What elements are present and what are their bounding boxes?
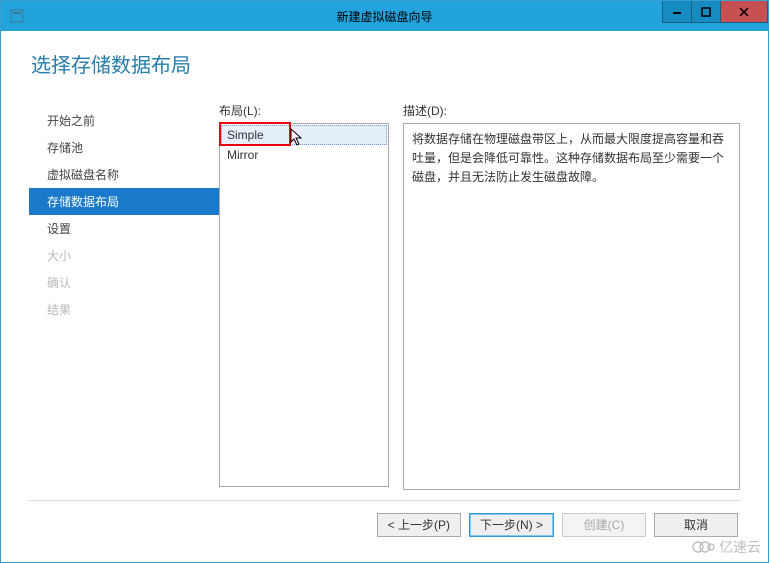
wizard-window: 新建虚拟磁盘向导 选择存储数据布局 开始之前存储池虚拟磁盘名称存储数据布局设置大…	[0, 0, 769, 563]
nav-step-3[interactable]: 存储数据布局	[29, 188, 219, 215]
step-sidebar: 开始之前存储池虚拟磁盘名称存储数据布局设置大小确认结果	[29, 102, 219, 490]
description-text: 将数据存储在物理磁盘带区上，从而最大限度提高容量和吞吐量，但是会降低可靠性。这种…	[403, 123, 740, 490]
page-heading: 选择存储数据布局	[29, 49, 740, 78]
cancel-button[interactable]: 取消	[654, 513, 738, 537]
nav-step-1[interactable]: 存储池	[29, 134, 219, 161]
nav-step-6: 确认	[29, 269, 219, 296]
selection-highlight	[219, 122, 291, 146]
previous-button[interactable]: < 上一步(P)	[377, 513, 461, 537]
layout-listbox[interactable]: SimpleMirror	[219, 123, 389, 487]
description-label: 描述(D):	[403, 102, 740, 119]
nav-step-7: 结果	[29, 296, 219, 323]
nav-step-2[interactable]: 虚拟磁盘名称	[29, 161, 219, 188]
description-column: 描述(D): 将数据存储在物理磁盘带区上，从而最大限度提高容量和吞吐量，但是会降…	[403, 102, 740, 490]
titlebar: 新建虚拟磁盘向导	[1, 1, 768, 31]
layout-option-simple[interactable]: Simple	[221, 125, 387, 145]
button-row: < 上一步(P) 下一步(N) > 创建(C) 取消	[29, 500, 740, 548]
main-row: 开始之前存储池虚拟磁盘名称存储数据布局设置大小确认结果 布局(L): Simpl…	[29, 102, 740, 490]
app-icon	[9, 8, 25, 24]
nav-step-5: 大小	[29, 242, 219, 269]
layout-label: 布局(L):	[219, 102, 389, 119]
content-area: 选择存储数据布局 开始之前存储池虚拟磁盘名称存储数据布局设置大小确认结果 布局(…	[1, 31, 768, 562]
window-controls	[663, 1, 768, 23]
next-button[interactable]: 下一步(N) >	[469, 513, 554, 537]
nav-step-4[interactable]: 设置	[29, 215, 219, 242]
nav-step-0[interactable]: 开始之前	[29, 107, 219, 134]
minimize-button[interactable]	[662, 1, 692, 23]
main-panels: 布局(L): SimpleMirror 描述(D): 将数据存储在物理磁盘带区上…	[219, 102, 740, 490]
layout-column: 布局(L): SimpleMirror	[219, 102, 389, 490]
close-button[interactable]	[720, 1, 768, 23]
cursor-icon	[290, 128, 304, 146]
create-button: 创建(C)	[562, 513, 646, 537]
window-title: 新建虚拟磁盘向导	[336, 8, 432, 25]
maximize-button[interactable]	[691, 1, 721, 23]
layout-option-mirror[interactable]: Mirror	[221, 145, 387, 165]
